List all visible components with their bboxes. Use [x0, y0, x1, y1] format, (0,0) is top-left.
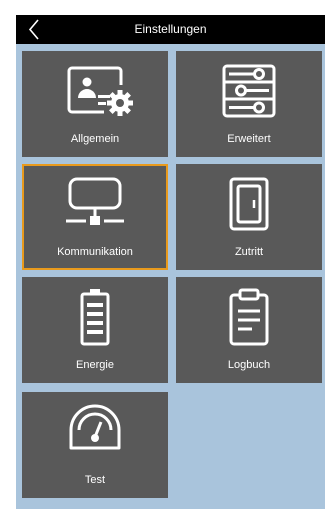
tile-erweitert[interactable]: Erweitert: [176, 51, 322, 157]
page-title: Einstellungen: [134, 22, 207, 36]
tile-kommunikation[interactable]: Kommunikation: [22, 164, 168, 270]
tile-label: Test: [84, 474, 106, 486]
chevron-left-icon: [28, 19, 39, 40]
clipboard-icon: [176, 277, 322, 357]
tile-zutritt[interactable]: Zutritt: [176, 164, 322, 270]
tile-label: Erweitert: [227, 133, 271, 145]
tile-label: Allgemein: [70, 133, 120, 145]
back-button[interactable]: [24, 17, 50, 42]
tile-allgemein[interactable]: Allgemein: [22, 51, 168, 157]
tile-energie[interactable]: Energie: [22, 277, 168, 383]
tile-label: Logbuch: [227, 359, 271, 371]
battery-icon: [22, 277, 168, 357]
settings-screen: Einstellungen Allgemein Erweitert Kommun…: [16, 15, 325, 509]
header-bar: Einstellungen: [16, 15, 325, 44]
tile-label: Kommunikation: [57, 246, 133, 258]
tile-logbuch[interactable]: Logbuch: [176, 277, 322, 383]
gauge-icon: [22, 392, 168, 472]
sliders-icon: [176, 51, 322, 131]
door-icon: [176, 164, 322, 244]
user-settings-icon: [22, 51, 168, 131]
tile-test[interactable]: Test: [22, 392, 168, 498]
tile-label: Energie: [76, 359, 114, 371]
network-icon: [24, 166, 166, 246]
tile-label: Zutritt: [234, 246, 264, 258]
